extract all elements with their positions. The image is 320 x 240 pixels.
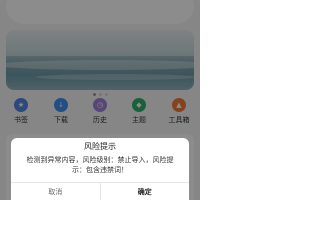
dialog-buttons: 取消 确定 — [11, 182, 189, 200]
dialog-title: 风险提示 — [84, 142, 116, 151]
dialog-message: 检测到异常内容，风险级别：禁止导入，风险提示：包含违禁词！ — [26, 156, 174, 174]
confirm-button[interactable]: 确定 — [101, 183, 190, 200]
browser-home-screen: ★ 书签 ↓ 下载 ◷ 历史 ◆ 主题 ▲ 工具箱 风险提示 检测到异常内容，风… — [0, 0, 200, 200]
risk-warning-dialog: 风险提示 检测到异常内容，风险级别：禁止导入，风险提示：包含违禁词！ 取消 确定 — [11, 138, 189, 200]
cancel-button[interactable]: 取消 — [11, 183, 101, 200]
